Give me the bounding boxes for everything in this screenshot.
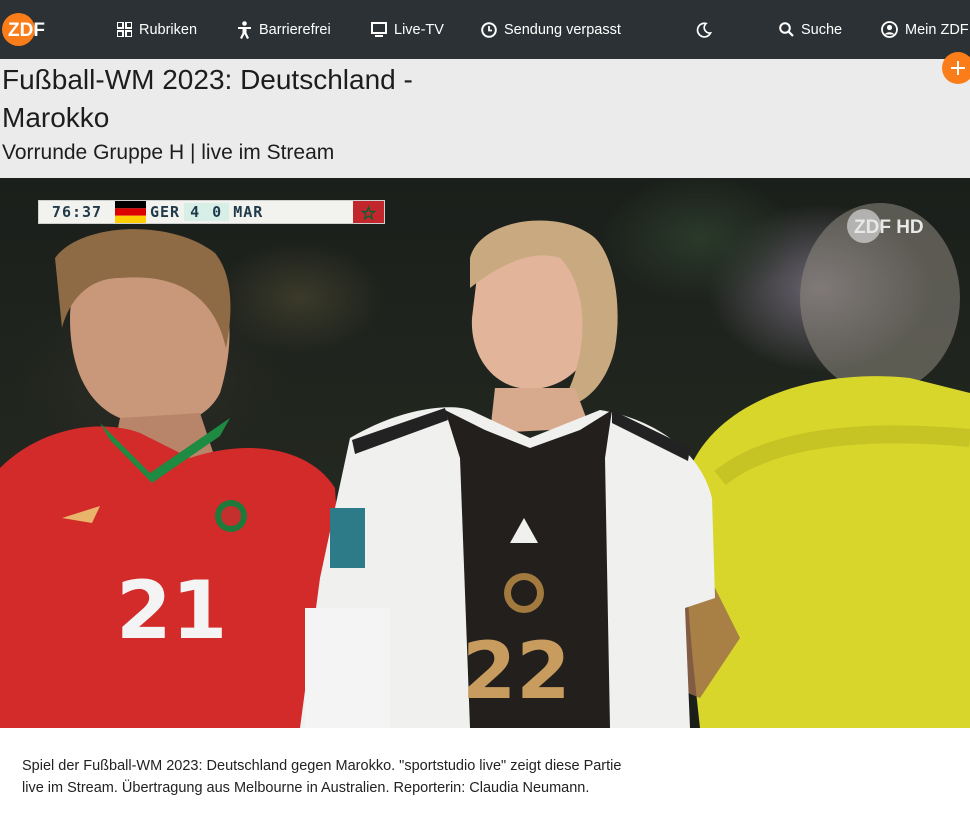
plus-icon [951,61,965,75]
nav-suche[interactable]: Suche [779,0,842,59]
video-player[interactable]: 21 22 76:37 GER 4 0 MAR ZDF HD [0,178,970,728]
nav-live-tv-label: Live-TV [394,21,444,38]
broadcast-description: Spiel der Fußball-WM 2023: Deutschland g… [22,758,622,796]
nav-sendung-verpasst-label: Sendung verpasst [504,21,621,38]
away-score: 0 [212,203,224,221]
top-navigation: ZDF Rubriken Barrierefrei Live-TV Sendun… [0,0,970,59]
nav-barrierefrei-label: Barrierefrei [259,21,331,38]
nav-live-tv[interactable]: Live-TV [371,0,444,59]
nav-rubriken[interactable]: Rubriken [117,0,197,59]
away-team: MAR [233,203,264,221]
scoreboard: 76:37 GER 4 0 MAR [38,200,385,224]
accessibility-icon [238,20,251,39]
home-score: 4 [190,203,202,221]
logo-text: ZDF [8,20,45,41]
search-icon [779,22,794,37]
channel-logo: ZDF HD [846,208,946,244]
nav-mein-zdf[interactable]: Mein ZDF [881,0,969,59]
germany-flag-icon [115,201,146,223]
dark-mode-toggle[interactable] [696,0,712,59]
tv-icon [371,22,387,37]
user-icon [881,21,898,38]
clock-icon [481,21,497,38]
grid-icon [117,22,132,37]
zdf-hd-logo-icon: ZDF HD [847,209,924,243]
add-to-list-button[interactable] [942,52,970,84]
video-frame: 21 22 [0,203,970,728]
nav-rubriken-label: Rubriken [139,21,198,38]
channel-logo-text: ZDF HD [854,217,924,238]
nav-sendung-verpasst[interactable]: Sendung verpasst [481,0,621,59]
home-team: GER [150,203,181,221]
page-subtitle: Vorrunde Gruppe H | live im Stream [2,141,335,164]
zdf-logo[interactable]: ZDF [2,13,60,46]
nav-mein-zdf-label: Mein ZDF [905,21,969,38]
page-title: Fußball-WM 2023: Deutschland - Marokko [2,64,413,133]
moon-icon [696,21,712,38]
jersey-number-21: 21 [116,564,227,657]
jersey-number-22: 22 [462,627,571,717]
nav-barrierefrei[interactable]: Barrierefrei [237,0,331,59]
nav-suche-label: Suche [801,21,843,38]
morocco-flag-icon [353,201,384,223]
score: 4 0 [184,203,230,221]
match-time: 76:37 [51,203,103,221]
